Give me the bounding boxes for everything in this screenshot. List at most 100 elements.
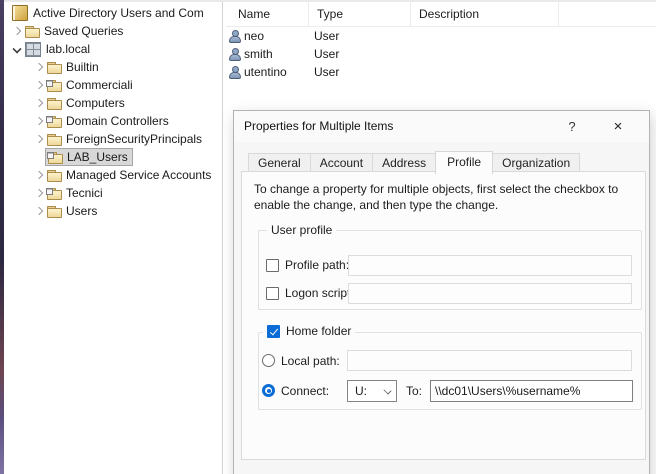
tab-address[interactable]: Address [373,153,436,172]
dialog-tabstrip: General Account Address Profile Organiza… [248,152,580,172]
properties-dialog: Properties for Multiple Items ? × Genera… [233,110,650,474]
user-icon [229,66,241,79]
local-path-input[interactable] [347,350,632,371]
folder-icon [47,205,62,218]
profile-path-label: Profile path: [285,258,349,272]
home-folder-group-label: Home folder [263,324,355,338]
chevron-right-icon[interactable] [31,59,47,75]
drive-letter-select[interactable]: U: [347,380,397,402]
tree-item-label: Builtin [66,60,99,74]
logon-script-label: Logon script: [285,286,354,300]
ou-folder-icon [47,187,62,200]
tree-item-label: Domain Controllers [66,114,169,128]
list-cell-name: utentino [241,63,314,81]
chevron-right-icon[interactable] [31,77,47,93]
domain-icon [25,42,41,57]
user-profile-group-label: User profile [267,223,336,237]
list-cell-type: User [314,45,416,63]
instruction-line-1: To change a property for multiple object… [254,181,639,197]
tab-organization[interactable]: Organization [493,153,580,172]
tree-item-saved-queries[interactable]: Saved Queries [4,22,222,40]
tree-item-label: Managed Service Accounts [66,168,211,182]
help-button[interactable]: ? [555,111,589,142]
instruction-text: To change a property for multiple object… [254,181,639,213]
drive-letter-value: U: [355,381,367,401]
tree-item-users[interactable]: Users [4,202,222,220]
connect-to-label: To: [406,384,422,398]
ou-folder-icon [48,151,63,164]
profile-tab-page: To change a property for multiple object… [241,171,646,460]
list-item-smith[interactable]: smith User [226,45,656,63]
tree-item-lab-users[interactable]: LAB_Users [4,148,222,166]
tree-item-foreign-security-principals[interactable]: ForeignSecurityPrincipals [4,130,222,148]
active-directory-root-icon [12,5,28,21]
chevron-right-icon[interactable] [9,23,25,39]
chevron-right-icon[interactable] [31,95,47,111]
chevron-right-icon[interactable] [31,167,47,183]
logon-script-input[interactable] [348,283,632,304]
column-header-extra[interactable] [559,2,656,26]
tree-item-label: Commerciali [66,78,133,92]
home-folder-checkbox[interactable] [267,325,280,338]
instruction-line-2: enable the change, and then type the cha… [254,197,639,213]
chevron-right-icon[interactable] [31,113,47,129]
connect-label: Connect: [281,384,329,398]
tree-item-label: Active Directory Users and Com [33,6,204,20]
folder-icon [25,25,40,38]
list-cell-type: User [314,27,416,45]
ou-folder-icon [47,79,62,92]
list-header: Name Type Description [226,2,656,27]
profile-path-checkbox[interactable] [266,259,279,272]
tree-item-managed-service-accounts[interactable]: Managed Service Accounts [4,166,222,184]
local-path-label: Local path: [281,354,340,368]
tree-item-label: Saved Queries [44,24,123,38]
folder-icon [47,97,62,110]
connect-radio[interactable] [262,384,275,397]
folder-icon [47,133,62,146]
tree-item-root[interactable]: Active Directory Users and Com [4,4,222,22]
tree-item-label: Users [66,204,97,218]
aduc-window: Active Directory Users and Com Saved Que… [4,0,656,474]
user-icon [229,30,241,43]
local-path-radio[interactable] [262,354,275,367]
tree-item-label: lab.local [46,42,90,56]
logon-script-checkbox[interactable] [266,287,279,300]
column-header-type[interactable]: Type [309,2,411,26]
tree-item-computers[interactable]: Computers [4,94,222,112]
home-folder-group: Home folder Local path: Connect: U: To: [258,332,642,410]
close-icon[interactable]: × [601,111,635,142]
chevron-right-icon[interactable] [31,131,47,147]
tree-item-lab-local[interactable]: lab.local [4,40,222,58]
tree-item-domain-controllers[interactable]: Domain Controllers [4,112,222,130]
tree-item-label: Tecnici [66,186,103,200]
tree-item-label: LAB_Users [67,150,128,164]
tree-item-label: ForeignSecurityPrincipals [66,132,202,146]
tree-item-builtin[interactable]: Builtin [4,58,222,76]
ou-folder-icon [47,115,62,128]
tab-profile[interactable]: Profile [435,151,493,174]
list-cell-name: neo [241,27,314,45]
tab-general[interactable]: General [248,153,311,172]
console-tree-panel: Active Directory Users and Com Saved Que… [4,2,222,474]
chevron-down-icon[interactable] [9,41,25,57]
tree-item-label: Computers [66,96,125,110]
list-item-neo[interactable]: neo User [226,27,656,45]
connect-path-input[interactable] [430,380,633,402]
column-header-name[interactable]: Name [226,2,309,26]
chevron-placeholder [31,149,47,165]
chevron-right-icon[interactable] [31,185,47,201]
tree-selection-highlight: LAB_Users [45,148,133,166]
user-profile-group: User profile Profile path: Logon script: [258,230,642,310]
chevron-down-icon [384,387,392,395]
column-header-description[interactable]: Description [411,2,559,26]
list-cell-type: User [314,63,416,81]
folder-icon [47,61,62,74]
list-item-utentino[interactable]: utentino User [226,63,656,81]
folder-icon [47,169,62,182]
chevron-right-icon[interactable] [31,203,47,219]
tree-item-commerciali[interactable]: Commerciali [4,76,222,94]
tree-item-tecnici[interactable]: Tecnici [4,184,222,202]
profile-path-input[interactable] [348,255,632,276]
aduc-screenshot: Active Directory Users and Com Saved Que… [0,0,656,474]
tab-account[interactable]: Account [311,153,373,172]
